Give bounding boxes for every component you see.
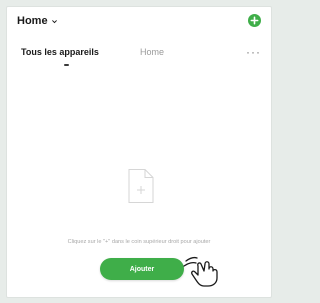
home-title: Home xyxy=(17,15,48,27)
hand-pointer-icon xyxy=(183,256,218,287)
device-tabs: Tous les appareils Home ··· xyxy=(7,45,271,71)
plus-icon xyxy=(250,16,259,25)
app-screen: Home Tous les appareils Home ··· Cliquez… xyxy=(6,6,272,298)
more-icon[interactable]: ··· xyxy=(246,45,261,59)
tab-home-label: Home xyxy=(140,47,165,57)
tab-all-devices[interactable]: Tous les appareils xyxy=(21,47,99,66)
add-device-icon-button[interactable] xyxy=(248,14,261,27)
empty-state-message: Cliquez sur le "+" dans le coin supérieu… xyxy=(67,239,211,245)
tab-all-devices-label: Tous les appareils xyxy=(21,47,99,57)
tab-home[interactable]: Home xyxy=(140,47,164,57)
home-selector[interactable]: Home xyxy=(17,15,58,27)
document-add-icon xyxy=(128,169,154,203)
add-button-label: Ajouter xyxy=(129,265,155,273)
top-bar: Home xyxy=(7,7,271,35)
chevron-down-icon xyxy=(51,19,57,23)
add-button[interactable]: Ajouter xyxy=(100,258,184,280)
active-tab-indicator xyxy=(64,64,69,66)
